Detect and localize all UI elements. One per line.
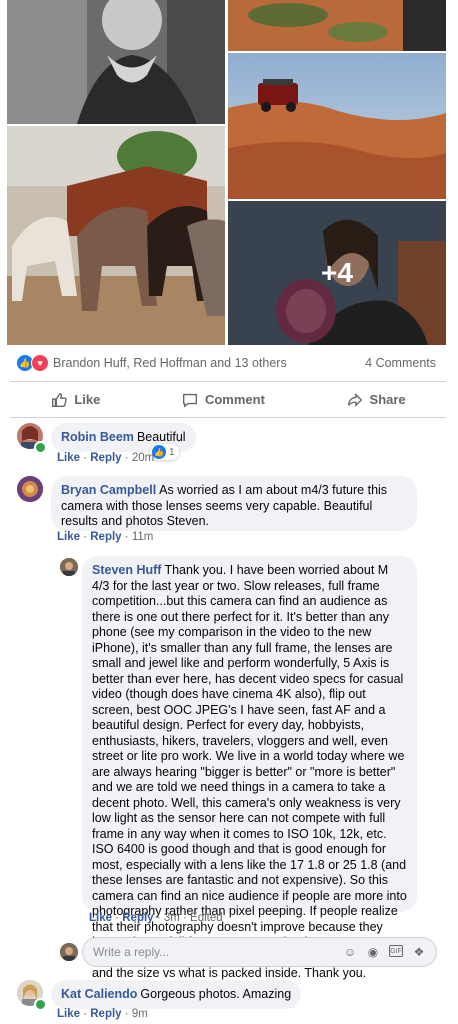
like-button-label: Like: [74, 392, 101, 407]
comment-text: Beautiful: [136, 430, 186, 444]
comment-author[interactable]: Robin Beem: [61, 430, 134, 444]
photo-desert-bushes[interactable]: [228, 0, 446, 51]
comment-meta: Like · Reply · 9m: [57, 1008, 148, 1020]
sticker-icon[interactable]: ❖: [412, 945, 426, 959]
comment-reply-link[interactable]: Reply: [90, 452, 121, 464]
avatar[interactable]: [60, 558, 78, 576]
avatar: [60, 943, 78, 961]
comment-meta: Like · Reply · 20m: [57, 452, 155, 464]
comment-reply-link[interactable]: Reply: [122, 912, 153, 924]
online-status-dot: [34, 441, 47, 454]
comment-button[interactable]: Comment: [181, 391, 265, 409]
emoji-icon[interactable]: ☺: [343, 945, 357, 959]
comment-like-link[interactable]: Like: [57, 452, 80, 464]
reaction-names[interactable]: Brandon Huff, Red Hoffman and 13 others: [53, 356, 287, 370]
comment-time[interactable]: 11m: [132, 531, 154, 543]
comment-reaction-count[interactable]: 👍 1: [150, 444, 179, 460]
comment-author[interactable]: Bryan Campbell: [61, 483, 156, 497]
gif-icon[interactable]: GIF: [389, 945, 403, 957]
comment-time[interactable]: 9m: [132, 1008, 148, 1020]
comment-author[interactable]: Kat Caliendo: [61, 987, 137, 1001]
photo-cowboy-portrait[interactable]: [7, 0, 225, 124]
reaction-count: 1: [169, 446, 175, 458]
photo-jeep-on-slickrock[interactable]: [228, 53, 446, 199]
comment-time[interactable]: 20m: [132, 452, 154, 464]
comment-like-link[interactable]: Like: [89, 912, 112, 924]
like-button[interactable]: Like: [50, 391, 100, 409]
online-status-dot: [34, 998, 47, 1011]
photo-more-overlay[interactable]: +4: [228, 201, 446, 345]
comment-bubble: Bryan Campbell As worried as I am about m…: [51, 476, 417, 531]
photo-gallery: +4: [0, 0, 458, 345]
reply-placeholder: Write a reply...: [93, 945, 170, 959]
comment-time[interactable]: 3m: [164, 912, 180, 924]
reply-input[interactable]: Write a reply... ☺ ◉ GIF ❖: [82, 937, 437, 967]
comment-meta: Like · Reply · 3m · Edited: [89, 912, 223, 924]
more-photos-count[interactable]: +4: [228, 201, 446, 345]
comment-button-label: Comment: [204, 392, 265, 407]
thumbs-up-icon: [52, 392, 68, 407]
share-arrow-icon: [347, 392, 362, 407]
share-button-label: Share: [369, 392, 406, 407]
reply-bubble: Steven Huff Thank you. I have been worrie…: [82, 556, 417, 980]
comment-count[interactable]: 4 Comments: [365, 356, 436, 370]
comment-edited[interactable]: Edited: [190, 912, 223, 924]
comment-like-link[interactable]: Like: [57, 531, 80, 543]
photo-horses-running[interactable]: [7, 126, 225, 345]
reaction-icons[interactable]: 👍 ♥: [16, 354, 49, 372]
share-button[interactable]: Share: [346, 391, 406, 409]
comment-bubble: Kat Caliendo Gorgeous photos. Amazing: [51, 980, 302, 1009]
love-icon: ♥: [31, 354, 49, 372]
reaction-summary: 👍 ♥ Brandon Huff, Red Hoffman and 13 oth…: [0, 345, 458, 381]
avatar[interactable]: [17, 476, 43, 502]
comment-author[interactable]: Steven Huff: [92, 563, 161, 577]
camera-icon[interactable]: ◉: [366, 945, 380, 959]
comment-reply-link[interactable]: Reply: [90, 531, 121, 543]
comment-reply-link[interactable]: Reply: [90, 1008, 121, 1020]
post-action-bar: Like Comment Share: [10, 381, 446, 418]
comment-like-link[interactable]: Like: [57, 1008, 80, 1020]
speech-bubble-icon: [182, 393, 197, 408]
comment-text: Gorgeous photos. Amazing: [140, 987, 292, 1001]
comment-meta: Like · Reply · 11m: [57, 531, 154, 543]
reply-input-tools: ☺ ◉ GIF ❖: [343, 945, 426, 959]
